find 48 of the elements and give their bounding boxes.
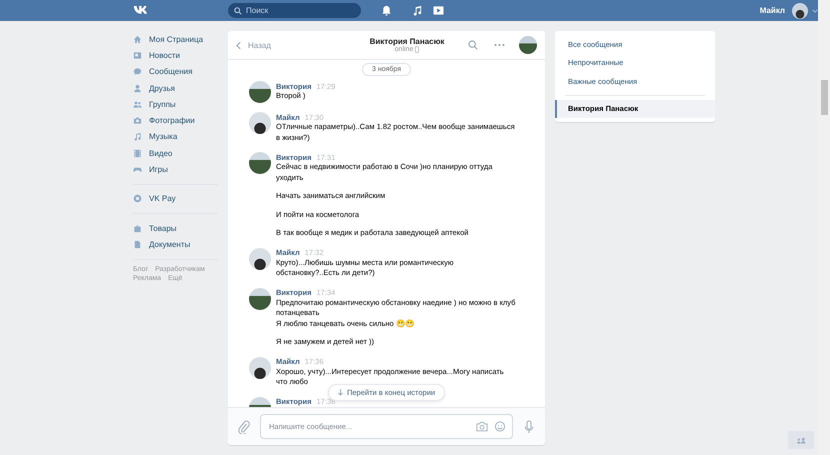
nav-item[interactable]: Фотографии <box>133 112 228 129</box>
user-name[interactable]: Майкл <box>760 6 785 15</box>
contact-avatar[interactable] <box>519 36 537 54</box>
video-icon <box>133 148 142 158</box>
chat-title: Виктория Панасюк <box>370 37 444 46</box>
game-icon <box>133 165 142 174</box>
user-icon <box>133 84 142 93</box>
play-icon[interactable] <box>433 5 444 16</box>
more-icon[interactable] <box>494 43 505 47</box>
nav-item[interactable]: VK Pay <box>133 190 228 207</box>
nav-item[interactable]: Моя Страница <box>133 31 228 48</box>
bell-icon[interactable] <box>381 5 392 16</box>
sender-avatar[interactable] <box>249 288 271 310</box>
scroll-bar[interactable] <box>818 0 830 455</box>
chat-icon <box>133 67 142 76</box>
group-icon <box>133 100 142 109</box>
paperclip-icon[interactable] <box>238 420 250 434</box>
people-icon <box>796 436 806 444</box>
sender-avatar[interactable] <box>249 152 271 174</box>
sender-avatar[interactable] <box>249 81 271 103</box>
sender-avatar[interactable] <box>249 248 271 270</box>
nav-item[interactable]: Видео <box>133 145 228 162</box>
document-icon <box>133 240 142 249</box>
user-avatar[interactable] <box>792 2 808 18</box>
sender-avatar[interactable] <box>249 356 271 378</box>
music-icon <box>133 132 142 142</box>
sender-avatar[interactable] <box>249 112 271 134</box>
camera-icon <box>133 116 142 126</box>
nav-item[interactable]: Документы <box>133 236 228 253</box>
home-icon <box>133 34 142 44</box>
arrow-down-icon <box>338 389 343 396</box>
chevron-left-icon <box>236 40 241 50</box>
bag-icon <box>133 224 142 233</box>
nav-item[interactable]: Игры <box>133 161 228 178</box>
coin-icon <box>133 194 142 204</box>
nav-item[interactable]: Группы <box>133 96 228 112</box>
music-icon[interactable] <box>412 5 423 16</box>
phone-icon <box>415 46 420 53</box>
nav-item[interactable]: Новости <box>133 47 228 64</box>
nav-item[interactable]: Музыка <box>133 128 228 146</box>
news-icon <box>133 50 142 60</box>
search-icon[interactable] <box>468 40 478 50</box>
chevron-down-icon[interactable] <box>812 8 818 12</box>
nav-item[interactable]: Товары <box>133 220 228 236</box>
search-icon <box>234 6 242 14</box>
nav-item[interactable]: Друзья <box>133 80 228 96</box>
nav-item[interactable]: Сообщения <box>133 64 228 80</box>
search-field[interactable]: Поиск <box>228 3 361 18</box>
